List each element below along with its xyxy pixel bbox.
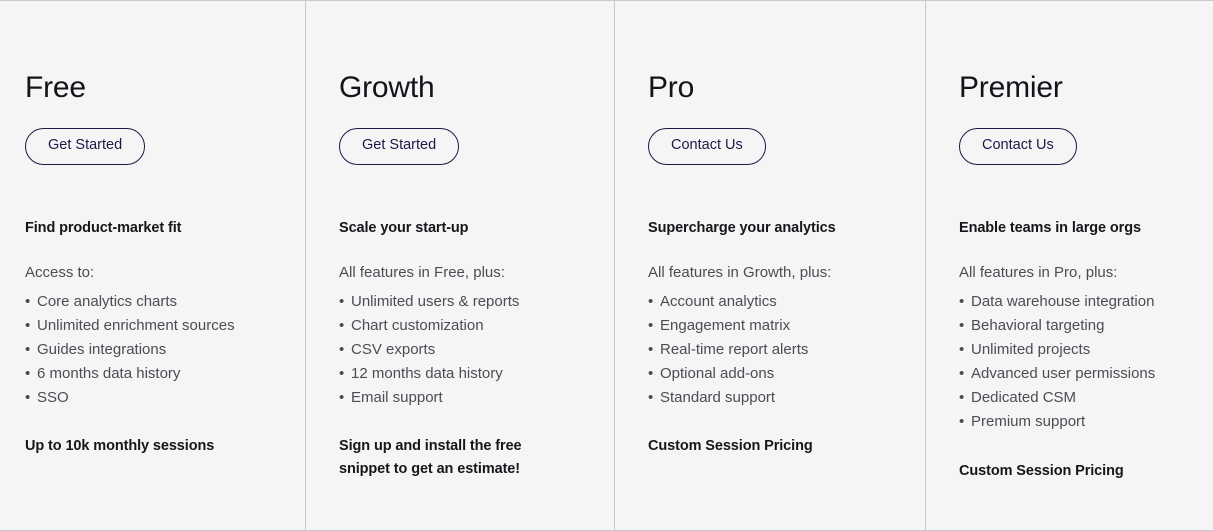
feature-item: Advanced user permissions (959, 362, 1191, 386)
feature-item: SSO (25, 386, 283, 410)
pricing-table: Free Get Started Find product-market fit… (0, 0, 1213, 531)
feature-item: Email support (339, 386, 592, 410)
features-intro: All features in Pro, plus: (959, 263, 1118, 281)
plan-footnote: Custom Session Pricing (648, 437, 813, 454)
features-list: Core analytics charts Unlimited enrichme… (25, 290, 283, 410)
plan-column-free: Free Get Started Find product-market fit… (0, 1, 305, 530)
features-intro: All features in Free, plus: (339, 263, 505, 281)
plan-footnote: Sign up and install the free snippet to … (339, 437, 522, 478)
plan-name: Growth (339, 71, 435, 104)
features-list: Unlimited users & reports Chart customiz… (339, 290, 592, 410)
feature-item: Real-time report alerts (648, 338, 903, 362)
feature-item: Data warehouse integration (959, 290, 1191, 314)
plan-tagline: Find product-market fit (25, 219, 182, 236)
plan-tagline: Enable teams in large orgs (959, 219, 1141, 236)
plan-column-premier: Premier Contact Us Enable teams in large… (925, 1, 1213, 530)
feature-item: Engagement matrix (648, 314, 903, 338)
plan-tagline: Supercharge your analytics (648, 219, 836, 236)
feature-item: CSV exports (339, 338, 592, 362)
feature-item: Unlimited enrichment sources (25, 314, 283, 338)
plan-footnote: Up to 10k monthly sessions (25, 437, 215, 454)
feature-item: Core analytics charts (25, 290, 283, 314)
plan-name: Pro (648, 71, 695, 104)
get-started-button[interactable]: Get Started (25, 128, 146, 165)
features-intro: All features in Growth, plus: (648, 263, 832, 281)
feature-item: Account analytics (648, 290, 903, 314)
plan-name: Free (25, 71, 86, 104)
feature-item: Dedicated CSM (959, 386, 1191, 410)
feature-item: Premium support (959, 410, 1191, 434)
feature-item: Unlimited projects (959, 338, 1191, 362)
contact-us-button[interactable]: Contact Us (959, 128, 1077, 165)
features-intro: Access to: (25, 263, 95, 281)
plan-column-pro: Pro Contact Us Supercharge your analytic… (614, 1, 925, 530)
feature-item: Optional add-ons (648, 362, 903, 386)
feature-item: Behavioral targeting (959, 314, 1191, 338)
feature-item: Unlimited users & reports (339, 290, 592, 314)
get-started-button[interactable]: Get Started (339, 128, 460, 165)
feature-item: Standard support (648, 386, 903, 410)
plan-column-growth: Growth Get Started Scale your start-up A… (305, 1, 614, 530)
feature-item: 6 months data history (25, 362, 283, 386)
features-list: Data warehouse integration Behavioral ta… (959, 290, 1191, 434)
plan-tagline: Scale your start-up (339, 219, 469, 236)
features-list: Account analytics Engagement matrix Real… (648, 290, 903, 410)
plan-name: Premier (959, 71, 1063, 104)
feature-item: Chart customization (339, 314, 592, 338)
feature-item: 12 months data history (339, 362, 592, 386)
contact-us-button[interactable]: Contact Us (648, 128, 766, 165)
plan-footnote: Custom Session Pricing (959, 462, 1124, 479)
feature-item: Guides integrations (25, 338, 283, 362)
